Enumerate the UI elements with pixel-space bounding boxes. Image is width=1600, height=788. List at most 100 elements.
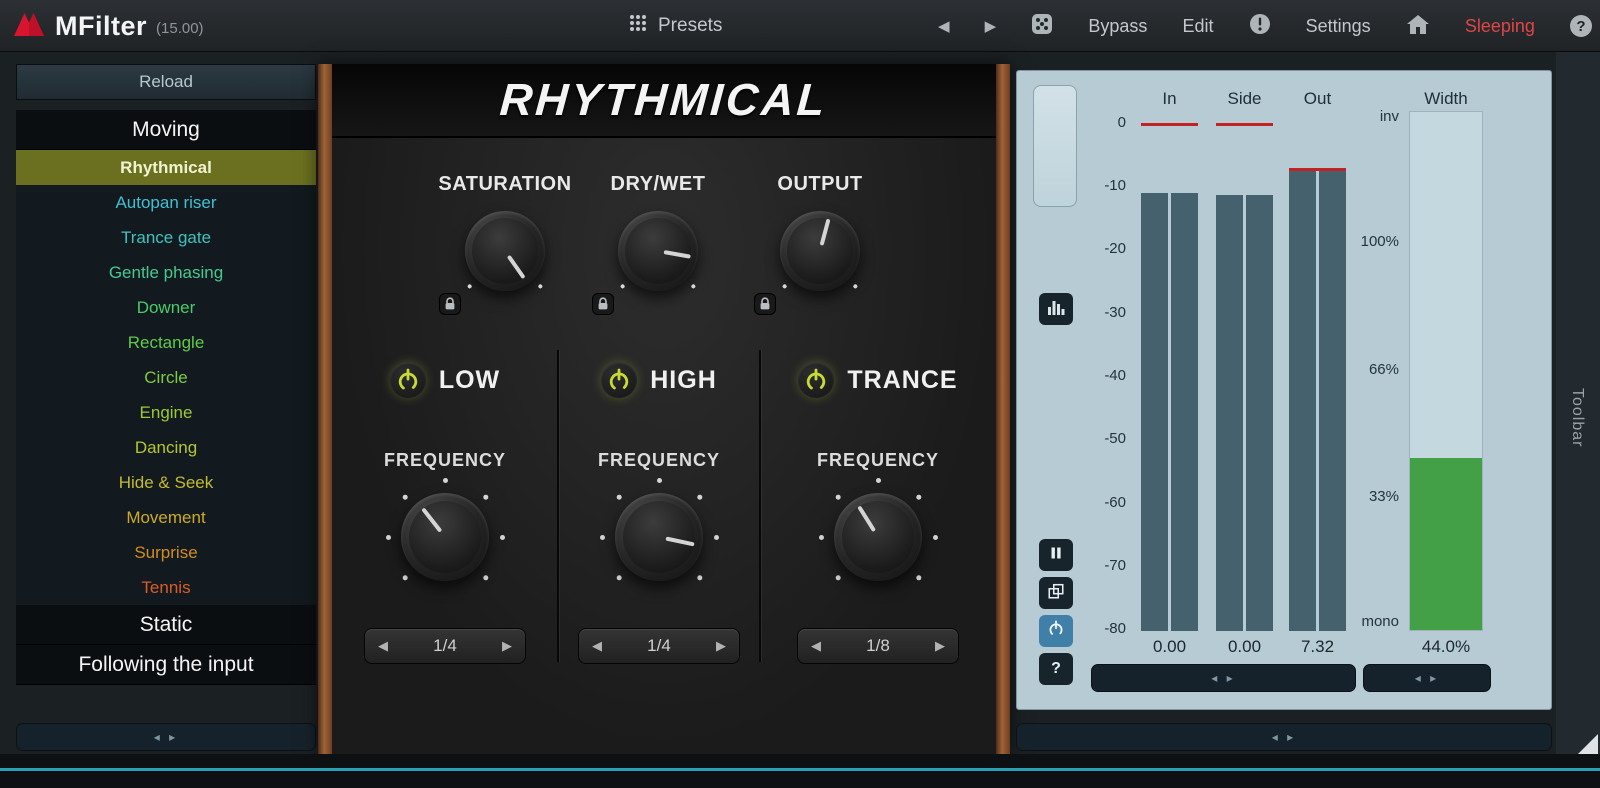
preset-item[interactable]: Surprise [16, 535, 316, 570]
question-icon: ? [1051, 660, 1061, 678]
meter-column-in: In [1141, 89, 1198, 109]
presets-button[interactable]: Presets [628, 0, 722, 52]
scale-60: -60 [1077, 494, 1126, 511]
popout-window-button[interactable] [1039, 577, 1073, 609]
high-power-button[interactable] [601, 362, 637, 398]
category-static[interactable]: Static [16, 605, 316, 645]
low-rate-stepper: ◀ 1/4 ▶ [364, 628, 526, 664]
trance-section: TRANCE FREQUENCY ◀ 1/8 ▶ [760, 138, 996, 754]
high-section: HIGH FREQUENCY ◀ 1/4 ▶ [558, 138, 760, 754]
preset-item[interactable]: Dancing [16, 430, 316, 465]
width-meter-value: 44.0% [1409, 637, 1483, 657]
low-rate-value[interactable]: 1/4 [401, 636, 489, 656]
trance-rate-next-button[interactable]: ▶ [922, 638, 958, 654]
toolbar-strip[interactable]: Toolbar [1556, 52, 1600, 754]
bar-chart-icon [1046, 297, 1066, 322]
high-rate-value[interactable]: 1/4 [615, 636, 703, 656]
peak-line-out [1289, 168, 1346, 171]
trance-rate-value[interactable]: 1/8 [834, 636, 922, 656]
width-hscrollbar[interactable]: ◂ ▸ [1363, 664, 1491, 692]
trance-section-label: TRANCE [847, 366, 957, 395]
width-tick-100: 100% [1361, 233, 1399, 250]
reload-button[interactable]: Reload [16, 64, 316, 100]
pause-button[interactable] [1039, 539, 1073, 571]
windows-icon [1047, 582, 1065, 605]
random-preset-dice-icon[interactable] [1031, 13, 1053, 40]
meter-column-side: Side [1216, 89, 1273, 109]
trance-rate-stepper: ◀ 1/8 ▶ [797, 628, 959, 664]
meter-power-button[interactable] [1039, 615, 1073, 647]
bottom-accent-line [0, 768, 1600, 771]
trance-frequency-knob-area [813, 472, 943, 602]
meter-hscrollbar[interactable]: ◂ ▸ [1091, 664, 1356, 692]
presets-label: Presets [658, 15, 722, 37]
sleeping-indicator[interactable]: Sleeping [1465, 16, 1535, 37]
home-icon[interactable] [1406, 13, 1430, 40]
scale-70: -70 [1077, 557, 1126, 574]
high-rate-prev-button[interactable]: ◀ [579, 638, 615, 654]
meter-help-button[interactable]: ? [1039, 653, 1073, 685]
help-icon[interactable]: ? [1570, 15, 1592, 37]
preset-item[interactable]: Rectangle [16, 325, 316, 360]
meter-column-out: Out [1289, 89, 1346, 109]
scale-40: -40 [1077, 367, 1126, 384]
scale-20: -20 [1077, 240, 1126, 257]
meter-range-slider[interactable] [1033, 85, 1077, 207]
meter-bar-out-left [1289, 169, 1316, 631]
width-meter-track [1409, 111, 1483, 631]
sidebar-scrollbar[interactable]: ◂ ▸ [16, 723, 316, 751]
sidebar-gap [16, 100, 316, 110]
knob-pointer [383, 475, 507, 599]
preset-item[interactable]: Gentle phasing [16, 255, 316, 290]
knob-pointer [607, 485, 711, 589]
level-meters [1141, 123, 1346, 631]
panel-bottom-scrollbar[interactable]: ◂ ▸ [1016, 723, 1552, 751]
trance-frequency-knob[interactable] [834, 493, 922, 581]
width-tick-66: 66% [1369, 361, 1399, 378]
scale-80: -80 [1077, 620, 1126, 637]
preset-item[interactable]: Movement [16, 500, 316, 535]
preset-item[interactable]: Engine [16, 395, 316, 430]
low-section-label: LOW [439, 366, 500, 395]
settings-button[interactable]: Settings [1306, 16, 1371, 37]
analyzer-button[interactable] [1039, 293, 1073, 325]
bypass-button[interactable]: Bypass [1088, 16, 1147, 37]
preset-item[interactable]: Autopan riser [16, 185, 316, 220]
high-frequency-knob[interactable] [615, 493, 703, 581]
prev-preset-button[interactable]: ◀ [938, 17, 950, 35]
melda-logo-icon [12, 9, 46, 44]
device-panel: RHYTHMICAL SATURATION DRY/WET [318, 64, 1010, 754]
meter-panel: ? In Side Out Width 0 -10 -20 -30 -40 -5… [1016, 70, 1552, 710]
preset-item[interactable]: Trance gate [16, 220, 316, 255]
high-frequency-label: FREQUENCY [558, 450, 760, 471]
category-following-the-input[interactable]: Following the input [16, 645, 316, 685]
meter-bar-in-right [1171, 193, 1198, 631]
preset-sidebar: Reload Moving Rhythmical Autopan riser T… [16, 64, 316, 685]
high-rate-next-button[interactable]: ▶ [703, 638, 739, 654]
preset-item[interactable]: Downer [16, 290, 316, 325]
warning-icon[interactable] [1249, 13, 1271, 40]
low-power-button[interactable] [390, 362, 426, 398]
trance-rate-prev-button[interactable]: ◀ [798, 638, 834, 654]
preset-item-rhythmical[interactable]: Rhythmical [16, 150, 316, 185]
low-frequency-label: FREQUENCY [332, 450, 558, 471]
category-moving[interactable]: Moving [16, 110, 316, 150]
app-version: (15.00) [156, 20, 204, 37]
app-title: MFilter [55, 11, 147, 42]
next-preset-button[interactable]: ▶ [985, 17, 997, 35]
high-section-label: HIGH [650, 366, 717, 395]
wood-rail-right [996, 64, 1010, 754]
scale-10: -10 [1077, 177, 1126, 194]
preset-item[interactable]: Hide & Seek [16, 465, 316, 500]
pause-icon [1049, 546, 1063, 565]
preset-item[interactable]: Circle [16, 360, 316, 395]
low-rate-next-button[interactable]: ▶ [489, 638, 525, 654]
edit-button[interactable]: Edit [1182, 16, 1213, 37]
low-rate-prev-button[interactable]: ◀ [365, 638, 401, 654]
preset-item[interactable]: Tennis [16, 570, 316, 605]
low-frequency-knob[interactable] [401, 493, 489, 581]
trance-power-button[interactable] [798, 362, 834, 398]
width-tick-mono: mono [1361, 613, 1399, 630]
top-bar: MFilter (15.00) Presets ◀ ▶ Bypass Edit … [0, 0, 1600, 52]
width-meter-fill [1410, 458, 1482, 630]
